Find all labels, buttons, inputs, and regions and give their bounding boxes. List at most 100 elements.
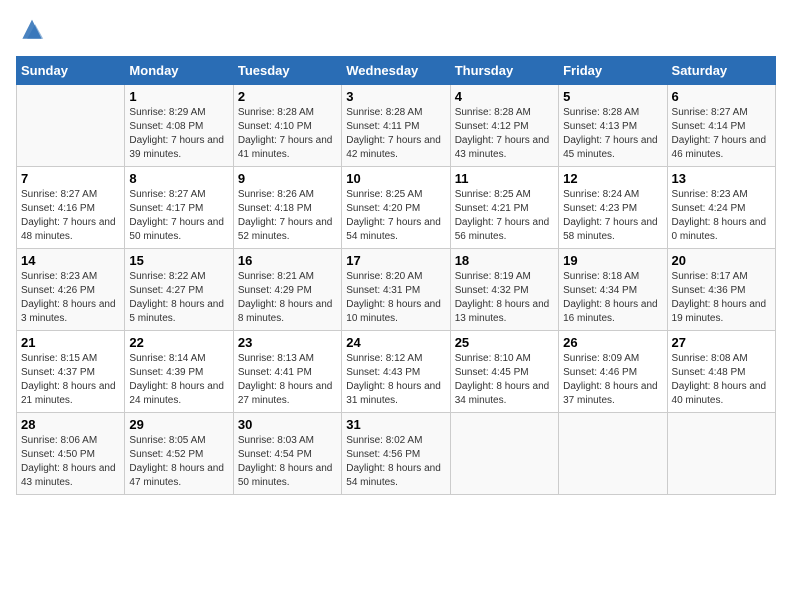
day-number: 29 <box>129 417 228 432</box>
calendar-cell: 29 Sunrise: 8:05 AM Sunset: 4:52 PM Dayl… <box>125 413 233 495</box>
day-number: 2 <box>238 89 337 104</box>
day-number: 31 <box>346 417 445 432</box>
daylight: Daylight: 8 hours and 19 minutes. <box>672 299 767 324</box>
day-info: Sunrise: 8:24 AM Sunset: 4:23 PM Dayligh… <box>563 188 662 244</box>
calendar-cell: 10 Sunrise: 8:25 AM Sunset: 4:20 PM Dayl… <box>342 167 450 249</box>
day-info: Sunrise: 8:27 AM Sunset: 4:17 PM Dayligh… <box>129 188 228 244</box>
day-number: 25 <box>455 335 554 350</box>
day-info: Sunrise: 8:28 AM Sunset: 4:12 PM Dayligh… <box>455 106 554 162</box>
calendar-cell: 21 Sunrise: 8:15 AM Sunset: 4:37 PM Dayl… <box>17 331 125 413</box>
day-info: Sunrise: 8:27 AM Sunset: 4:14 PM Dayligh… <box>672 106 771 162</box>
day-info: Sunrise: 8:23 AM Sunset: 4:24 PM Dayligh… <box>672 188 771 244</box>
sunset: Sunset: 4:26 PM <box>21 285 95 296</box>
sunrise: Sunrise: 8:02 AM <box>346 435 422 446</box>
sunset: Sunset: 4:16 PM <box>21 203 95 214</box>
day-info: Sunrise: 8:26 AM Sunset: 4:18 PM Dayligh… <box>238 188 337 244</box>
sunrise: Sunrise: 8:06 AM <box>21 435 97 446</box>
sunrise: Sunrise: 8:13 AM <box>238 353 314 364</box>
day-number: 4 <box>455 89 554 104</box>
day-number: 11 <box>455 171 554 186</box>
day-info: Sunrise: 8:09 AM Sunset: 4:46 PM Dayligh… <box>563 352 662 408</box>
calendar-cell: 3 Sunrise: 8:28 AM Sunset: 4:11 PM Dayli… <box>342 85 450 167</box>
daylight: Daylight: 8 hours and 27 minutes. <box>238 381 333 406</box>
day-number: 21 <box>21 335 120 350</box>
calendar-cell: 15 Sunrise: 8:22 AM Sunset: 4:27 PM Dayl… <box>125 249 233 331</box>
day-info: Sunrise: 8:05 AM Sunset: 4:52 PM Dayligh… <box>129 434 228 490</box>
day-number: 24 <box>346 335 445 350</box>
sunrise: Sunrise: 8:28 AM <box>455 107 531 118</box>
sunset: Sunset: 4:56 PM <box>346 449 420 460</box>
day-info: Sunrise: 8:27 AM Sunset: 4:16 PM Dayligh… <box>21 188 120 244</box>
day-info: Sunrise: 8:21 AM Sunset: 4:29 PM Dayligh… <box>238 270 337 326</box>
calendar-cell: 25 Sunrise: 8:10 AM Sunset: 4:45 PM Dayl… <box>450 331 558 413</box>
header-day-saturday: Saturday <box>667 57 775 85</box>
daylight: Daylight: 7 hours and 41 minutes. <box>238 135 333 160</box>
sunrise: Sunrise: 8:26 AM <box>238 189 314 200</box>
sunset: Sunset: 4:13 PM <box>563 121 637 132</box>
calendar-cell: 7 Sunrise: 8:27 AM Sunset: 4:16 PM Dayli… <box>17 167 125 249</box>
sunrise: Sunrise: 8:15 AM <box>21 353 97 364</box>
day-number: 27 <box>672 335 771 350</box>
sunrise: Sunrise: 8:24 AM <box>563 189 639 200</box>
sunset: Sunset: 4:11 PM <box>346 121 419 132</box>
day-number: 22 <box>129 335 228 350</box>
calendar-week-row: 1 Sunrise: 8:29 AM Sunset: 4:08 PM Dayli… <box>17 85 776 167</box>
sunrise: Sunrise: 8:17 AM <box>672 271 748 282</box>
day-number: 15 <box>129 253 228 268</box>
calendar-cell: 30 Sunrise: 8:03 AM Sunset: 4:54 PM Dayl… <box>233 413 341 495</box>
calendar-cell <box>17 85 125 167</box>
sunrise: Sunrise: 8:22 AM <box>129 271 205 282</box>
day-info: Sunrise: 8:02 AM Sunset: 4:56 PM Dayligh… <box>346 434 445 490</box>
day-info: Sunrise: 8:10 AM Sunset: 4:45 PM Dayligh… <box>455 352 554 408</box>
day-info: Sunrise: 8:13 AM Sunset: 4:41 PM Dayligh… <box>238 352 337 408</box>
calendar-cell: 19 Sunrise: 8:18 AM Sunset: 4:34 PM Dayl… <box>559 249 667 331</box>
daylight: Daylight: 7 hours and 52 minutes. <box>238 217 333 242</box>
sunrise: Sunrise: 8:12 AM <box>346 353 422 364</box>
sunset: Sunset: 4:24 PM <box>672 203 746 214</box>
calendar-cell: 23 Sunrise: 8:13 AM Sunset: 4:41 PM Dayl… <box>233 331 341 413</box>
day-number: 28 <box>21 417 120 432</box>
day-info: Sunrise: 8:22 AM Sunset: 4:27 PM Dayligh… <box>129 270 228 326</box>
calendar-week-row: 21 Sunrise: 8:15 AM Sunset: 4:37 PM Dayl… <box>17 331 776 413</box>
day-info: Sunrise: 8:06 AM Sunset: 4:50 PM Dayligh… <box>21 434 120 490</box>
calendar-header-row: SundayMondayTuesdayWednesdayThursdayFrid… <box>17 57 776 85</box>
sunrise: Sunrise: 8:09 AM <box>563 353 639 364</box>
calendar-cell <box>667 413 775 495</box>
sunset: Sunset: 4:36 PM <box>672 285 746 296</box>
sunset: Sunset: 4:21 PM <box>455 203 529 214</box>
calendar-cell: 28 Sunrise: 8:06 AM Sunset: 4:50 PM Dayl… <box>17 413 125 495</box>
day-info: Sunrise: 8:25 AM Sunset: 4:20 PM Dayligh… <box>346 188 445 244</box>
calendar-cell: 20 Sunrise: 8:17 AM Sunset: 4:36 PM Dayl… <box>667 249 775 331</box>
daylight: Daylight: 7 hours and 48 minutes. <box>21 217 116 242</box>
daylight: Daylight: 7 hours and 56 minutes. <box>455 217 550 242</box>
sunset: Sunset: 4:10 PM <box>238 121 312 132</box>
calendar-cell: 13 Sunrise: 8:23 AM Sunset: 4:24 PM Dayl… <box>667 167 775 249</box>
sunrise: Sunrise: 8:14 AM <box>129 353 205 364</box>
sunrise: Sunrise: 8:10 AM <box>455 353 531 364</box>
daylight: Daylight: 8 hours and 43 minutes. <box>21 463 116 488</box>
daylight: Daylight: 7 hours and 42 minutes. <box>346 135 441 160</box>
daylight: Daylight: 8 hours and 0 minutes. <box>672 217 767 242</box>
sunset: Sunset: 4:45 PM <box>455 367 529 378</box>
sunset: Sunset: 4:17 PM <box>129 203 203 214</box>
day-info: Sunrise: 8:20 AM Sunset: 4:31 PM Dayligh… <box>346 270 445 326</box>
calendar-cell: 26 Sunrise: 8:09 AM Sunset: 4:46 PM Dayl… <box>559 331 667 413</box>
day-number: 10 <box>346 171 445 186</box>
sunrise: Sunrise: 8:20 AM <box>346 271 422 282</box>
sunrise: Sunrise: 8:28 AM <box>563 107 639 118</box>
day-info: Sunrise: 8:12 AM Sunset: 4:43 PM Dayligh… <box>346 352 445 408</box>
daylight: Daylight: 8 hours and 8 minutes. <box>238 299 333 324</box>
sunset: Sunset: 4:46 PM <box>563 367 637 378</box>
day-number: 5 <box>563 89 662 104</box>
sunset: Sunset: 4:12 PM <box>455 121 529 132</box>
daylight: Daylight: 7 hours and 50 minutes. <box>129 217 224 242</box>
calendar-cell: 2 Sunrise: 8:28 AM Sunset: 4:10 PM Dayli… <box>233 85 341 167</box>
daylight: Daylight: 8 hours and 54 minutes. <box>346 463 441 488</box>
calendar-cell: 27 Sunrise: 8:08 AM Sunset: 4:48 PM Dayl… <box>667 331 775 413</box>
day-number: 18 <box>455 253 554 268</box>
daylight: Daylight: 7 hours and 43 minutes. <box>455 135 550 160</box>
day-number: 14 <box>21 253 120 268</box>
calendar-cell: 4 Sunrise: 8:28 AM Sunset: 4:12 PM Dayli… <box>450 85 558 167</box>
sunrise: Sunrise: 8:05 AM <box>129 435 205 446</box>
day-info: Sunrise: 8:28 AM Sunset: 4:13 PM Dayligh… <box>563 106 662 162</box>
